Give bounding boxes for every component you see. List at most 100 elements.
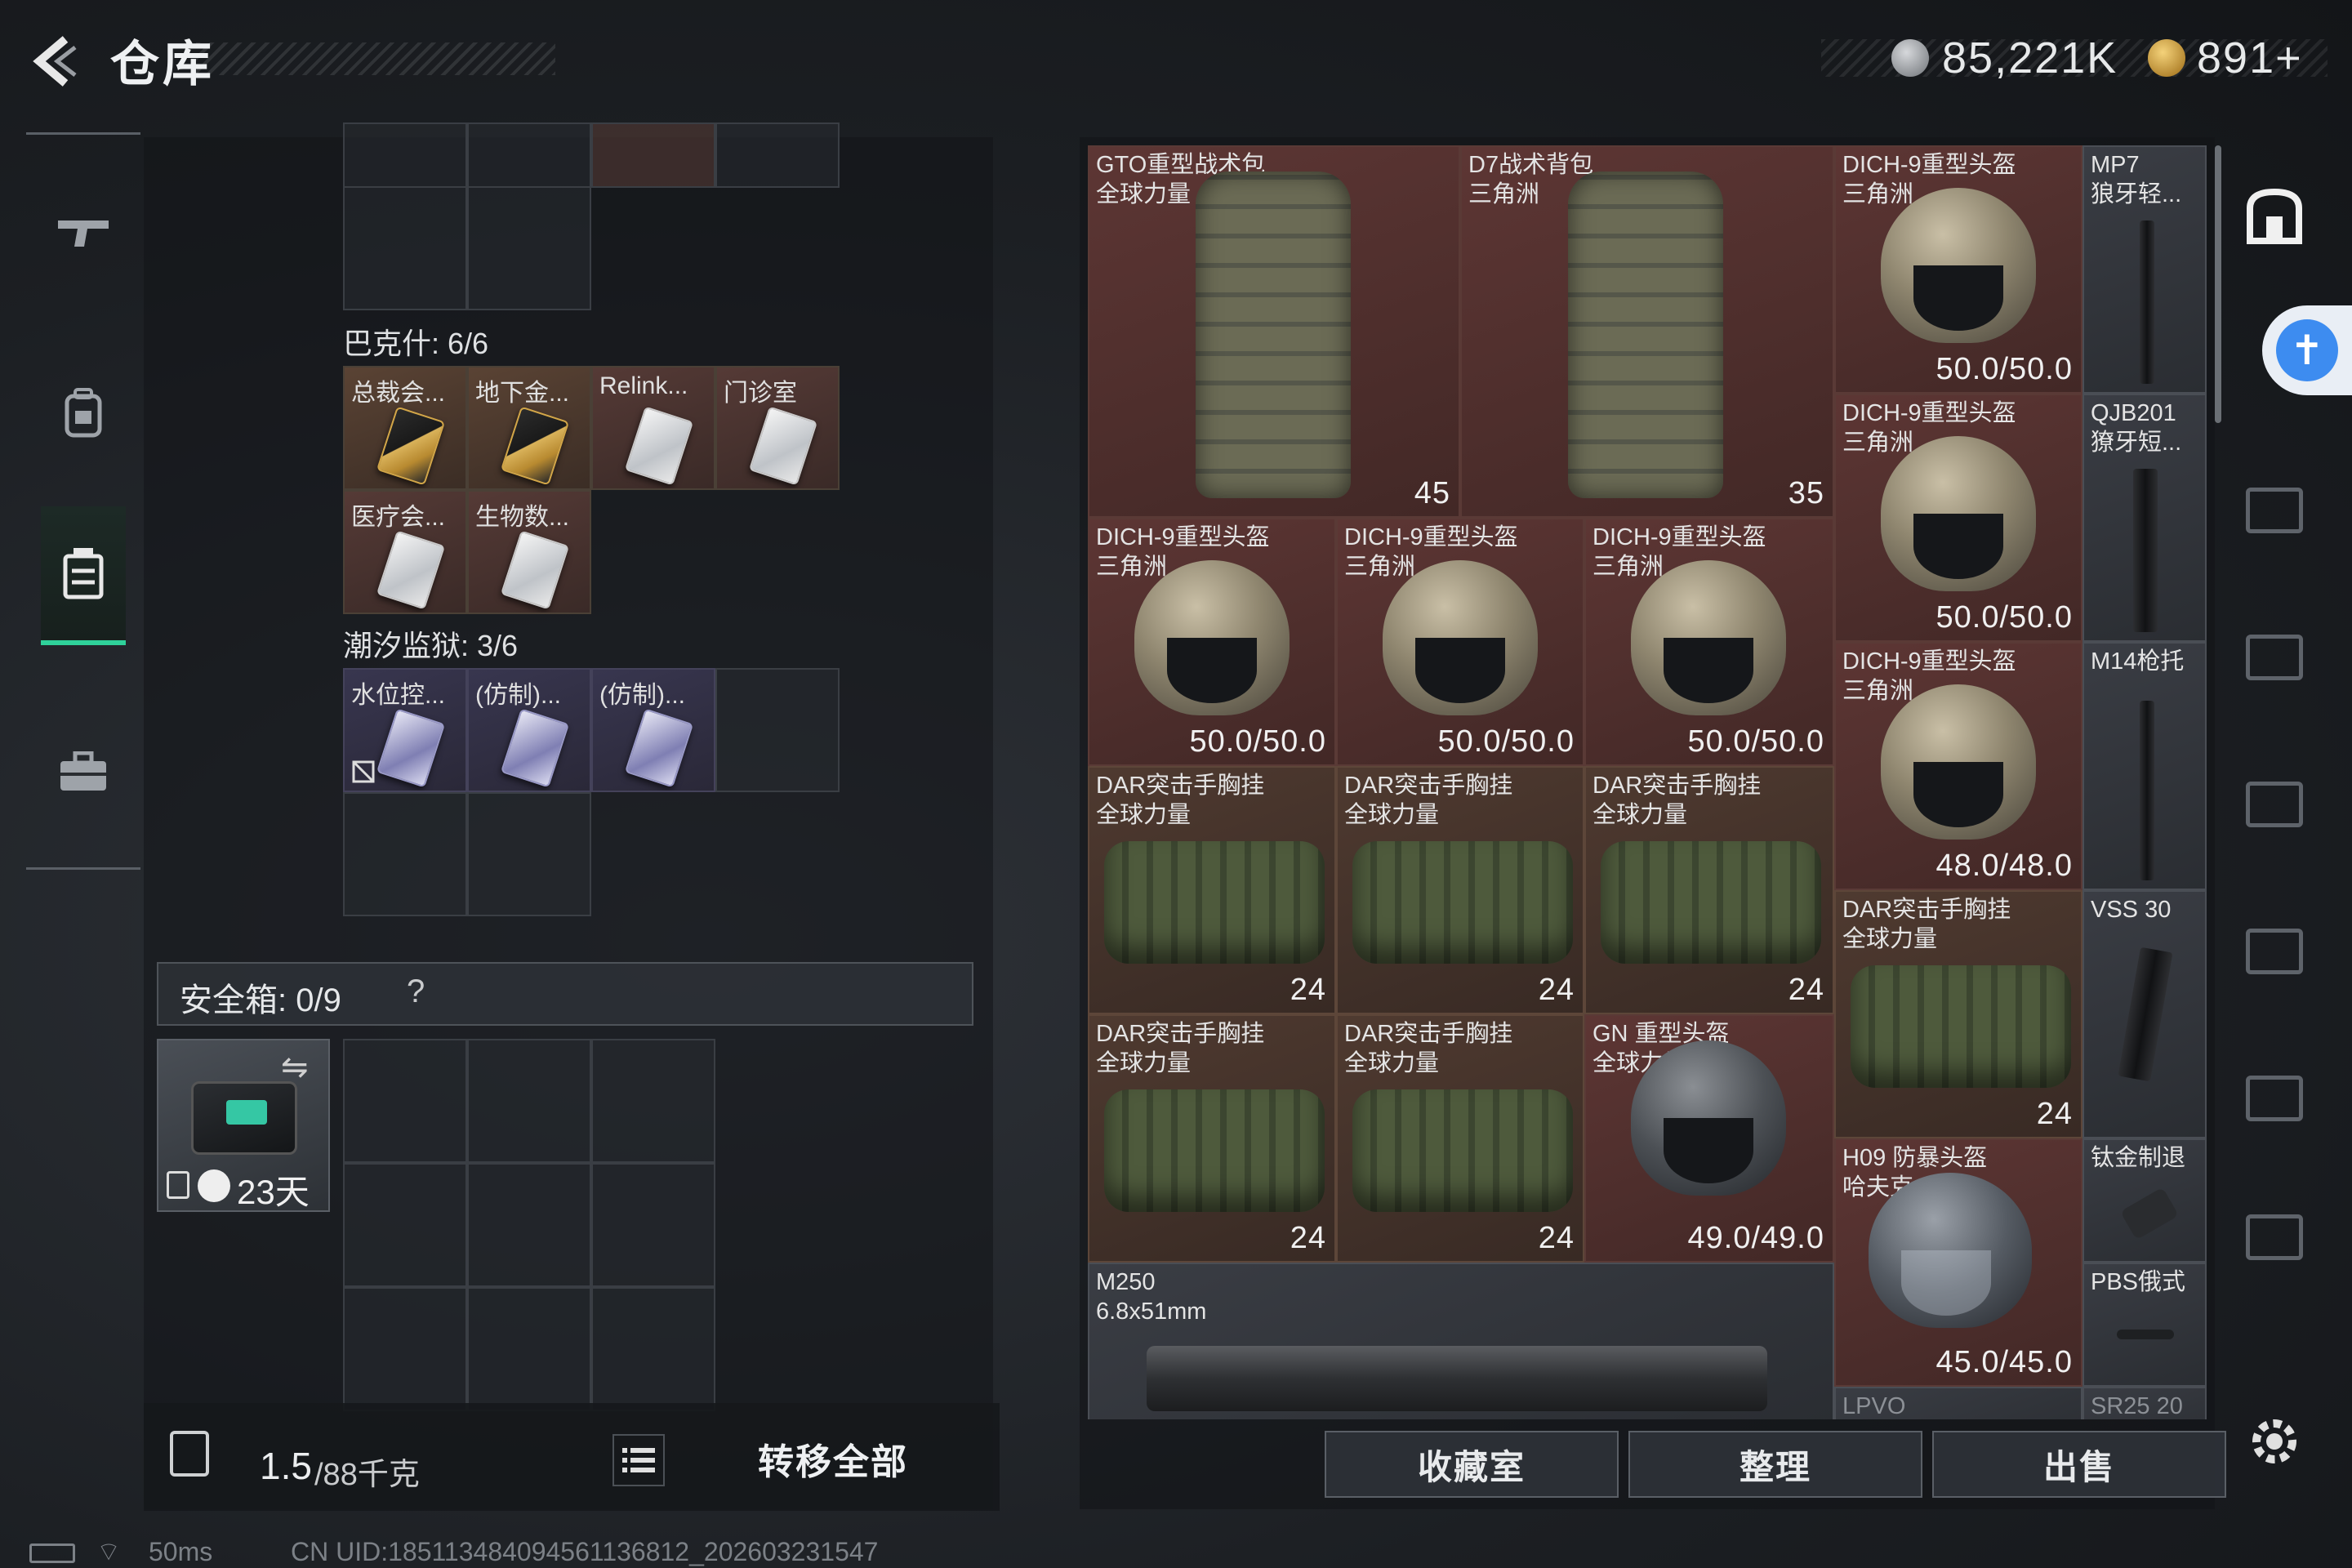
grid-cell[interactable]: [343, 792, 467, 916]
stash-item-suppressor[interactable]: PBS俄式: [2082, 1263, 2207, 1387]
stash-item-backpack[interactable]: D7战术背包 三角洲 35: [1460, 145, 1834, 518]
storage-tab-icon[interactable]: [2238, 180, 2311, 253]
top-bar: 仓库 85,221K 891+: [0, 0, 2352, 122]
grid-cell[interactable]: [343, 122, 467, 188]
help-icon[interactable]: ?: [407, 973, 425, 1010]
item-name: VSS 30: [2091, 897, 2172, 923]
item-name: M14枪托: [2091, 648, 2185, 675]
stash-item-vest[interactable]: DAR突击手胸挂 全球力量 24: [1584, 766, 1834, 1014]
item-name: 钛金制退: [2091, 1145, 2186, 1171]
helmet-image: [1631, 560, 1786, 715]
stash-item-magazine[interactable]: VSS 30: [2082, 890, 2207, 1138]
item-name: SR25 20: [2091, 1393, 2183, 1419]
list-icon[interactable]: [612, 1434, 665, 1486]
nav-case[interactable]: [41, 702, 126, 841]
item-label: (仿制)...: [599, 682, 685, 709]
vest-image: [1104, 841, 1325, 964]
stash-item-vest[interactable]: DAR突击手胸挂 全球力量 24: [1336, 766, 1584, 1014]
grid-cell[interactable]: [715, 668, 840, 792]
back-arrow-icon[interactable]: [24, 33, 90, 90]
grid-cell[interactable]: [467, 186, 591, 310]
nav-equipment[interactable]: [41, 343, 126, 482]
stash-item-helmet[interactable]: DICH-9重型头盔 三角洲 50.0/50.0: [1834, 394, 2082, 642]
keycard-icon: [748, 406, 818, 486]
stash-item-weapon-part[interactable]: M14枪托: [2082, 642, 2207, 890]
stash-item-helmet[interactable]: DICH-9重型头盔 三角洲 50.0/50.0: [1584, 518, 1834, 766]
settings-gear-icon[interactable]: [2238, 1405, 2311, 1478]
keycard-item[interactable]: (仿制)...: [467, 668, 591, 792]
storage-tab-icon[interactable]: [2238, 621, 2311, 694]
stash-item-vest[interactable]: DAR突击手胸挂 全球力量 24: [1088, 766, 1336, 1014]
backpack-image: [1196, 172, 1351, 498]
grid-cell[interactable]: [467, 1163, 591, 1287]
stash-item-machine-gun[interactable]: M250 6.8x51mm: [1088, 1263, 1834, 1419]
grid-cell[interactable]: [343, 1287, 467, 1411]
sort-button[interactable]: 整理: [1628, 1431, 1922, 1498]
item-name: DAR突击手胸挂 全球力量: [1592, 773, 1762, 828]
grid-cell[interactable]: [591, 1039, 715, 1163]
stash-item-helmet[interactable]: GN 重型头盔 全球力量 49.0/49.0: [1584, 1014, 1834, 1263]
part-image: [2133, 469, 2158, 632]
nav-storage[interactable]: [41, 506, 126, 645]
item-capacity: 24: [2036, 1097, 2073, 1131]
grid-cell[interactable]: [343, 186, 467, 310]
magazine-image: [2118, 947, 2173, 1082]
stash-item-helmet[interactable]: DICH-9重型头盔 三角洲 50.0/50.0: [1834, 145, 2082, 394]
stash-item-helmet[interactable]: DICH-9重型头盔 三角洲 50.0/50.0: [1088, 518, 1336, 766]
stash-item-magazine[interactable]: SR25 20: [2082, 1387, 2207, 1419]
transfer-all-button[interactable]: 转移全部: [710, 1421, 956, 1496]
item-capacity: 24: [1788, 973, 1824, 1007]
stash-item-weapon-part[interactable]: MP7 狼牙轻...: [2082, 145, 2207, 394]
stash-item-muzzle[interactable]: 钛金制退: [2082, 1138, 2207, 1263]
grid-cell[interactable]: [467, 122, 591, 188]
grid-cell[interactable]: [591, 1163, 715, 1287]
swap-icon[interactable]: ⇋: [281, 1049, 309, 1086]
grid-cell[interactable]: [467, 1039, 591, 1163]
storage-tab-icon[interactable]: [2238, 474, 2311, 547]
stash-item-helmet[interactable]: DICH-9重型头盔 三角洲 48.0/48.0: [1834, 642, 2082, 890]
keycard-item[interactable]: (仿制)...: [591, 668, 715, 792]
stash-item-backpack[interactable]: GTO重型战术包 全球力量 45: [1088, 145, 1460, 518]
grid-cell[interactable]: [343, 1039, 467, 1163]
grid-cell[interactable]: [467, 792, 591, 916]
gun-icon: [58, 220, 109, 247]
stash-item-helmet[interactable]: H09 防暴头盔 哈夫克 45.0/45.0: [1834, 1138, 2082, 1387]
item-label: 生物数...: [475, 504, 570, 531]
grid-cell[interactable]: [591, 1287, 715, 1411]
stash-scrollbar[interactable]: [2215, 145, 2221, 423]
keycard-item[interactable]: 总裁会...: [343, 366, 467, 490]
stash-item-scope[interactable]: LPVO: [1834, 1387, 2082, 1419]
item-label: 总裁会...: [351, 380, 446, 407]
keycard-item[interactable]: Relink...: [591, 366, 715, 490]
nav-divider-bottom: [26, 867, 140, 870]
grid-cell[interactable]: [343, 1163, 467, 1287]
clock-icon: [198, 1169, 230, 1202]
keycard-item[interactable]: 门诊室: [715, 366, 840, 490]
storage-tab-icon[interactable]: [2238, 1062, 2311, 1135]
storage-tab-icon[interactable]: [2238, 768, 2311, 841]
vest-image: [1851, 965, 2071, 1088]
accessibility-icon[interactable]: ✝: [2262, 305, 2352, 395]
stash-item-weapon-part[interactable]: QJB201 獠牙短...: [2082, 394, 2207, 642]
currency-premium[interactable]: 891+: [2197, 33, 2303, 83]
nav-weapons[interactable]: [41, 163, 126, 302]
helmet-image: [1134, 560, 1290, 715]
grid-cell[interactable]: [715, 122, 840, 188]
currency-coins[interactable]: 85,221K: [1942, 33, 2118, 83]
stash-item-helmet[interactable]: DICH-9重型头盔 三角洲 50.0/50.0: [1336, 518, 1584, 766]
stash-item-vest[interactable]: DAR突击手胸挂 全球力量 24: [1834, 890, 2082, 1138]
wifi-icon: ⌔: [96, 1537, 122, 1566]
keycard-item[interactable]: 生物数...: [467, 490, 591, 614]
collection-room-button[interactable]: 收藏室: [1325, 1431, 1619, 1498]
storage-tab-icon[interactable]: [2238, 1200, 2311, 1274]
stash-item-vest[interactable]: DAR突击手胸挂 全球力量 24: [1336, 1014, 1584, 1263]
keycard-item[interactable]: 水位控...: [343, 668, 467, 792]
grid-cell[interactable]: [467, 1287, 591, 1411]
sell-button[interactable]: 出售: [1932, 1431, 2226, 1498]
stash-item-vest[interactable]: DAR突击手胸挂 全球力量 24: [1088, 1014, 1336, 1263]
grid-cell[interactable]: [591, 122, 715, 188]
safebox-item[interactable]: ⇋ 23天: [157, 1039, 330, 1212]
storage-tab-icon[interactable]: [2238, 915, 2311, 988]
keycard-item[interactable]: 医疗会...: [343, 490, 467, 614]
keycard-item[interactable]: 地下金...: [467, 366, 591, 490]
